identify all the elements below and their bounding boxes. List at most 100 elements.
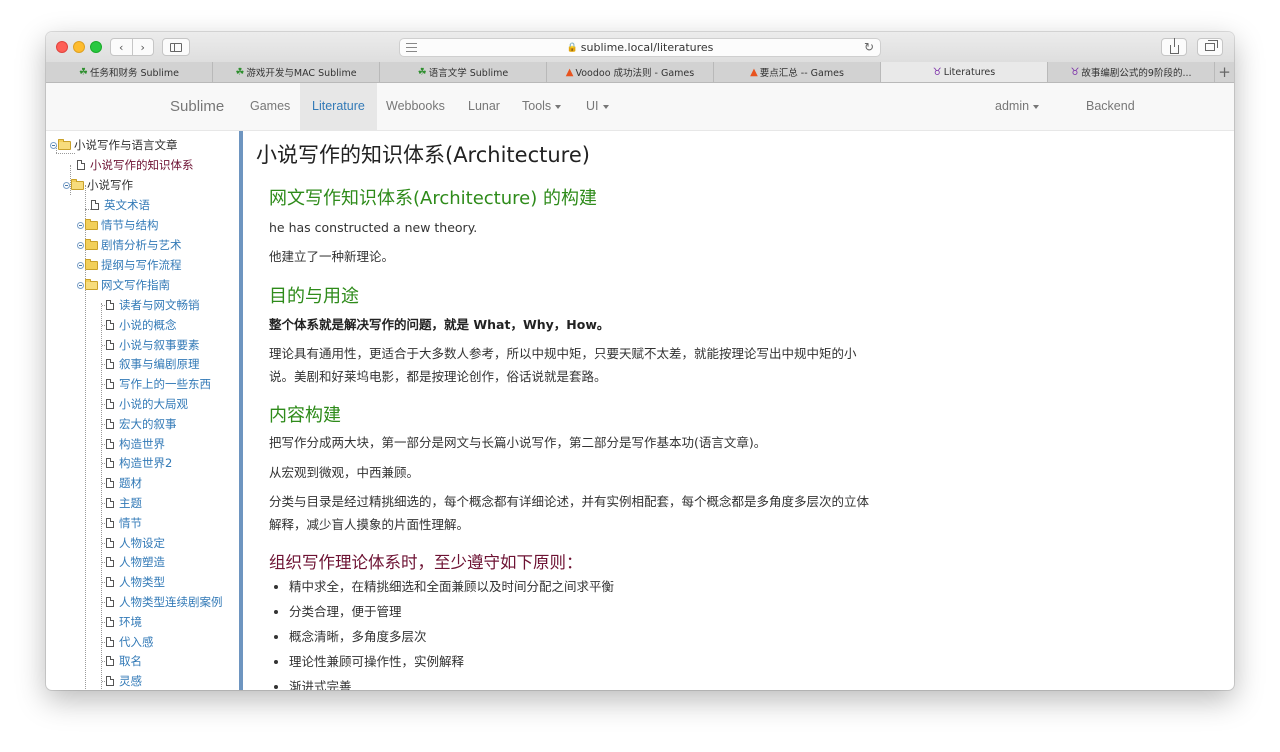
tree-item-label: 情节 [119, 515, 142, 530]
tree-item[interactable]: 小说与叙事要素 [106, 336, 200, 354]
tree-item[interactable]: 构造世界2 [106, 454, 172, 472]
tree-folder-open[interactable]: 网文写作指南 [77, 276, 170, 294]
list-item: 分类合理，便于管理 [289, 601, 889, 626]
taurus-icon: ♉ [932, 66, 942, 78]
sidebar-divider[interactable] [239, 131, 243, 690]
reader-view-icon[interactable] [406, 43, 417, 52]
tree-item[interactable]: 写作上的一些东西 [106, 375, 211, 393]
tree-root[interactable]: 小说写作与语言文章 [50, 136, 178, 154]
tabs-overview-icon [1205, 40, 1218, 51]
tree-item[interactable]: 情节 [106, 514, 142, 532]
clover-icon: ☘ [417, 66, 427, 78]
zoom-window-button[interactable] [90, 41, 102, 53]
collapse-icon[interactable] [50, 141, 57, 149]
collapse-icon[interactable] [77, 281, 84, 289]
browser-tab-active[interactable]: ♉ Literatures [881, 62, 1048, 82]
tab-strip: ☘ 任务和财务 Sublime ☘ 游戏开发与MAC Sublime ☘ 语言文学 S… [46, 62, 1234, 83]
document-icon [106, 636, 114, 647]
reload-icon[interactable]: ↻ [864, 40, 874, 54]
share-button[interactable] [1161, 37, 1187, 56]
tree-item[interactable]: 代入感 [106, 633, 154, 651]
nav-ui-dropdown[interactable]: UI [574, 83, 621, 130]
tree-item-label: 灵感 [119, 674, 142, 689]
paragraph-zh: 他建立了一种新理论。 [269, 249, 395, 264]
tree-item[interactable]: 人物类型 [106, 573, 165, 591]
paragraph-theory: 理论具有通用性，更适合于大多数人参考，所以中规中矩，只要天赋不太差，就能按理论写… [269, 346, 857, 384]
browser-tab[interactable]: ▲ Voodoo 成功法则 - Games [547, 62, 714, 82]
nav-lunar[interactable]: Lunar [456, 83, 512, 130]
tree-group[interactable]: 小说写作 [63, 176, 133, 194]
tree-item[interactable]: 环境 [106, 613, 142, 631]
browser-tab[interactable]: ☘ 游戏开发与MAC Sublime [213, 62, 380, 82]
tree-item[interactable]: 叙事与编剧原理 [106, 355, 200, 373]
document-icon [106, 517, 114, 528]
collapse-icon[interactable] [63, 181, 70, 189]
nav-literature[interactable]: Literature [300, 83, 377, 130]
browser-tab[interactable]: ☘ 语言文学 Sublime [380, 62, 547, 82]
nav-admin-dropdown[interactable]: admin [983, 83, 1051, 130]
flame-icon: ▲ [565, 66, 574, 78]
expand-icon[interactable] [77, 241, 84, 249]
tree-item[interactable]: 人物塑造 [106, 553, 165, 571]
expand-icon[interactable] [77, 261, 84, 269]
tree-item[interactable]: 人物类型连续剧案例 [106, 593, 223, 611]
document-icon [106, 537, 114, 548]
tree-folder[interactable]: 情节与结构 [77, 216, 159, 234]
document-icon [106, 478, 114, 489]
tree-item[interactable]: 构造世界 [106, 435, 165, 453]
browser-tab[interactable]: ☘ 任务和财务 Sublime [46, 62, 213, 82]
document-icon [106, 557, 114, 568]
sidebar-icon [170, 42, 182, 52]
nav-backend[interactable]: Backend [1074, 83, 1147, 130]
address-bar[interactable]: 🔒 sublime.local/literatures ↻ [399, 38, 881, 57]
document-icon [77, 160, 85, 170]
document-icon [106, 577, 114, 588]
paragraph-en: he has constructed a new theory. [269, 220, 478, 235]
expand-icon[interactable] [77, 221, 84, 229]
list-item: 理论性兼顾可操作性，实例解释 [289, 651, 889, 676]
browser-tab[interactable]: ♉ 故事编剧公式的9阶段的... [1048, 62, 1215, 82]
tree-item[interactable]: 读者与网文畅销 [106, 296, 200, 314]
tree-item[interactable]: 灵感 [106, 672, 142, 690]
tree-item[interactable]: 小说的大局观 [106, 395, 188, 413]
folder-icon [85, 258, 98, 270]
nav-webbooks[interactable]: Webbooks [374, 83, 457, 130]
caret-down-icon [555, 104, 562, 109]
document-icon [106, 300, 114, 310]
tree-item[interactable]: 主题 [106, 494, 142, 512]
document-icon [106, 676, 114, 687]
browser-tab[interactable]: ▲ 要点汇总 -- Games [714, 62, 881, 82]
new-tab-button[interactable]: + [1215, 62, 1234, 82]
nav-games[interactable]: Games [238, 83, 302, 130]
tree-item[interactable]: 题材 [106, 474, 142, 492]
tree-item[interactable]: 宏大的叙事 [106, 415, 177, 433]
folder-open-icon [58, 138, 71, 150]
show-tabs-button[interactable] [1197, 38, 1223, 56]
chevron-right-icon: › [140, 40, 145, 54]
list-item: 渐进式完善 [289, 676, 889, 690]
folder-open-icon [71, 178, 84, 190]
back-button[interactable]: ‹ [111, 39, 132, 55]
brand-link[interactable]: Sublime [170, 83, 224, 130]
list-item: 精中求全，在精挑细选和全面兼顾以及时间分配之间求平衡 [289, 576, 889, 601]
tree-item-selected[interactable]: 小说写作的知识体系 [77, 156, 194, 174]
tree-item[interactable]: 人物设定 [106, 534, 165, 552]
paragraph-category: 分类与目录是经过精挑细选的，每个概念都有详细论述，并有实例相配套，每个概念都是多… [269, 494, 870, 532]
document-icon [106, 399, 114, 409]
tree-item[interactable]: 英文术语 [91, 196, 150, 214]
sidebar-tree: 小说写作与语言文章 小说写作的知识体系 小说写作 英文术语 情节与结构 剧情分析… [46, 131, 238, 690]
minimize-window-button[interactable] [73, 41, 85, 53]
forward-button[interactable]: › [133, 39, 154, 55]
tree-item[interactable]: 小说的概念 [106, 316, 177, 334]
section-heading-structure: 内容构建 [269, 405, 341, 426]
paragraph-macro: 从宏观到微观，中西兼顾。 [269, 465, 420, 480]
tree-folder[interactable]: 剧情分析与艺术 [77, 236, 182, 254]
tree-item[interactable]: 取名 [106, 652, 142, 670]
close-window-button[interactable] [56, 41, 68, 53]
nav-tools-dropdown[interactable]: Tools [510, 83, 573, 130]
tree-folder[interactable]: 提纲与写作流程 [77, 256, 182, 274]
sidebar-toggle-button[interactable] [162, 38, 190, 56]
section-heading-build: 网文写作知识体系(Architecture) 的构建 [269, 188, 597, 209]
tree-item-label: 环境 [119, 614, 142, 629]
document-icon [106, 359, 114, 370]
